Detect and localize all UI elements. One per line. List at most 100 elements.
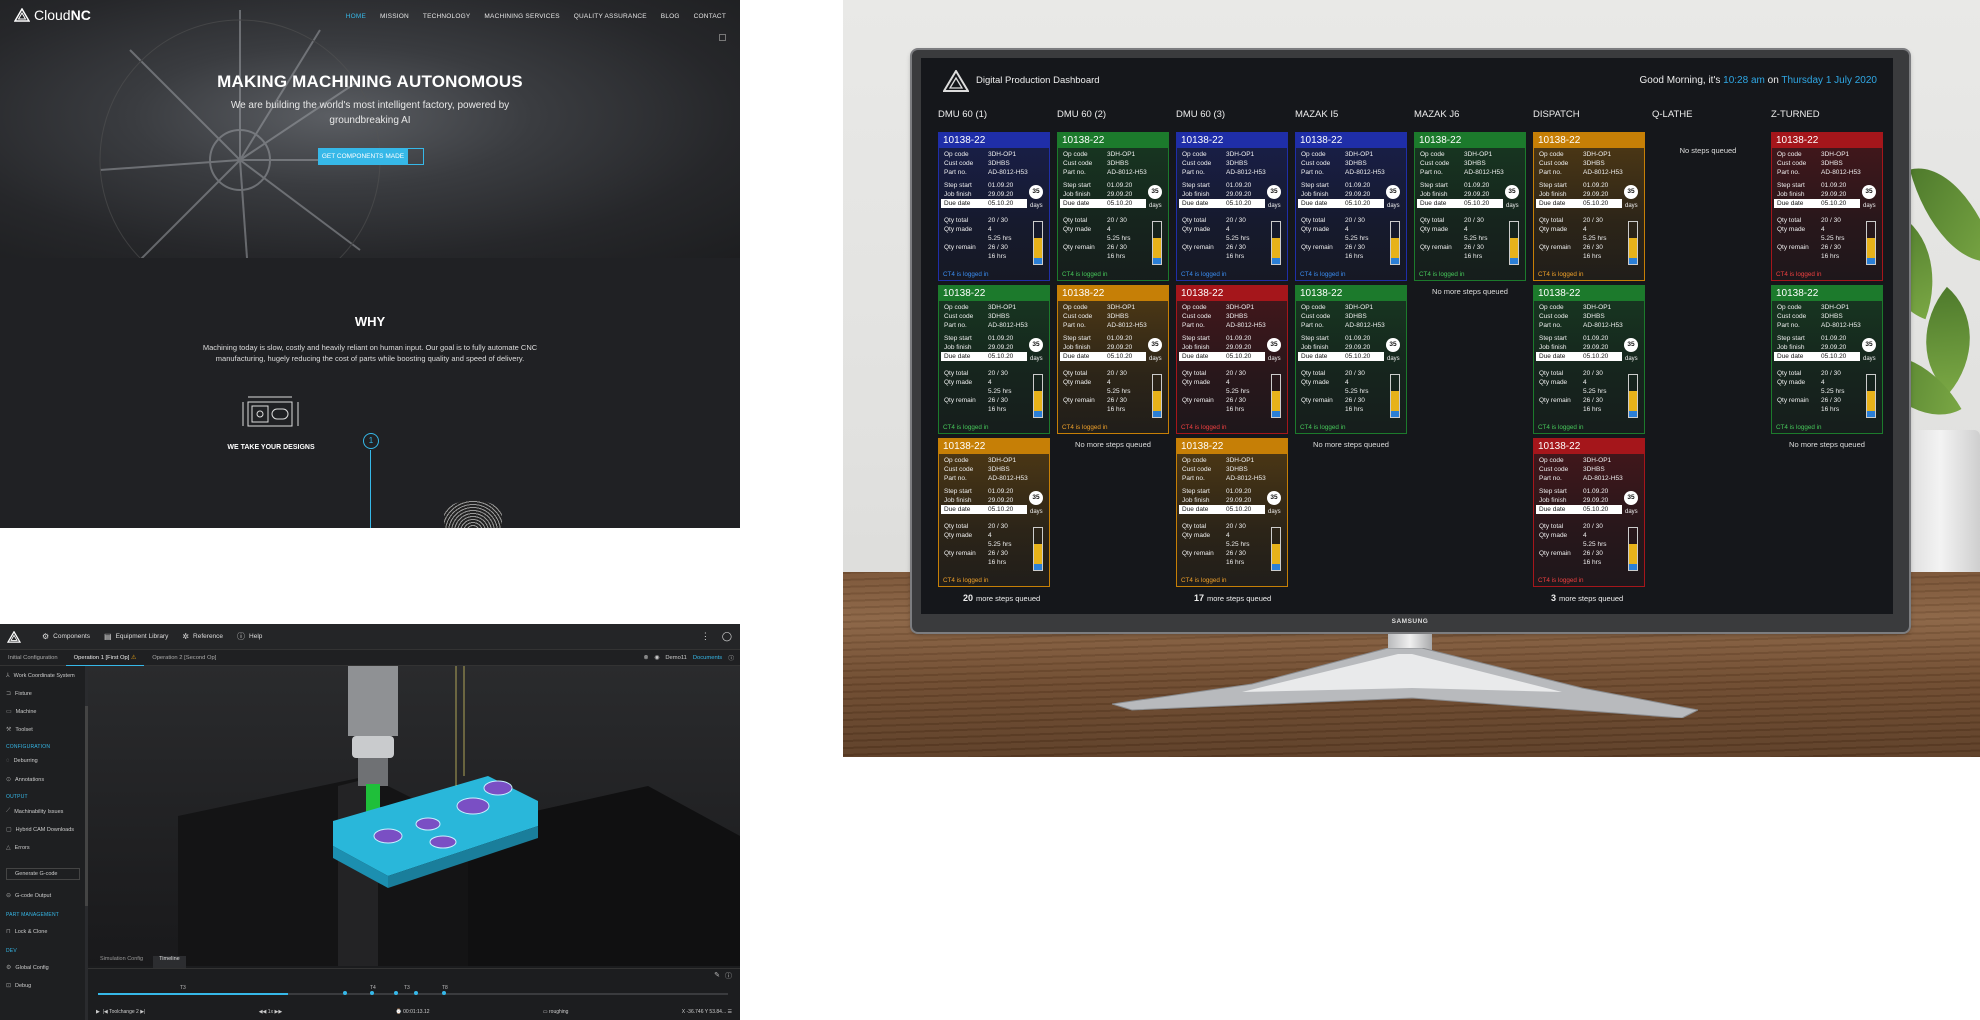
nav-mission[interactable]: MISSION xyxy=(380,13,409,20)
more-menu-icon[interactable]: ⋮ xyxy=(701,631,710,642)
get-components-button[interactable]: GET COMPONENTS MADE xyxy=(318,148,408,165)
field-value: 16 hrs xyxy=(1464,253,1483,260)
sidebar-item-wcs[interactable]: ⅄ Work Coordinate System xyxy=(6,672,75,680)
close-icon[interactable]: ⊗ xyxy=(643,655,648,661)
field-label: Step start xyxy=(1539,182,1567,189)
tool-icon: ⚒ xyxy=(6,727,12,733)
field-label: Qty total xyxy=(1301,370,1326,377)
nav-components[interactable]: ⚙ Components xyxy=(42,632,90,641)
job-card: 10138-22 Op code 3DH-OP1 Cust code 3DHBS Part… xyxy=(1533,132,1645,281)
job-number: 10138-22 xyxy=(1177,286,1287,301)
days-remaining-badge: 35 xyxy=(1624,185,1638,199)
sidebar-item-gcode-output[interactable]: ⊖ G-code Output xyxy=(6,892,51,900)
field-label: Job finish xyxy=(1777,191,1805,198)
field-label: Qty total xyxy=(1539,523,1564,530)
sidebar-item-errors[interactable]: △ Errors xyxy=(6,844,30,852)
progress-gauge xyxy=(1271,374,1281,418)
field-value: 4 xyxy=(1464,226,1468,233)
documents-link[interactable]: Documents xyxy=(693,655,722,661)
field-label: Op code xyxy=(1777,304,1802,311)
field-value: 20 / 30 xyxy=(1821,370,1841,377)
field-label: Op code xyxy=(1063,304,1088,311)
field-label: Part no. xyxy=(944,169,967,176)
field-label: Step start xyxy=(1777,335,1805,342)
tab-initial-configuration[interactable]: Initial Configuration xyxy=(0,655,66,661)
sidebar-item-annotations[interactable]: ⊙ Annotations xyxy=(6,776,44,784)
nav-reference[interactable]: ✲ Reference xyxy=(182,632,223,641)
playback-controls[interactable]: ▶ |◀ Toolchange 2 ▶| xyxy=(96,1009,145,1015)
sidebar-item-hybrid-cam[interactable]: ▢ Hybrid CAM Downloads xyxy=(6,826,74,834)
nav-technology[interactable]: TECHNOLOGY xyxy=(423,13,471,20)
field-value: AD-8012-H53 xyxy=(1821,322,1861,329)
field-label: Step start xyxy=(1539,335,1567,342)
tv-stand-base xyxy=(1112,648,1698,718)
field-value: 29.09.20 xyxy=(1583,497,1609,504)
edit-icon[interactable]: ✎ xyxy=(714,971,720,979)
annotation-icon: ⊙ xyxy=(6,777,12,783)
speed-control[interactable]: ◀◀ 1x ▶▶ xyxy=(259,1009,282,1015)
nav-home[interactable]: HOME xyxy=(346,13,366,20)
tab-simulation-config[interactable]: Simulation Config xyxy=(100,956,143,968)
field-label: Qty total xyxy=(1063,217,1088,224)
nav-help[interactable]: ⓘ Help xyxy=(237,631,262,642)
timeline-marker: T3 xyxy=(180,985,186,991)
sidebar-item-toolset[interactable]: ⚒ Toolset xyxy=(6,726,33,734)
timeline-event[interactable] xyxy=(394,991,398,995)
progress-gauge xyxy=(1628,374,1638,418)
field-value: 4 xyxy=(1226,532,1230,539)
tab-operation-1[interactable]: Operation 1 [First Op] ⚠ xyxy=(65,650,145,666)
field-label: Job finish xyxy=(1539,344,1567,351)
field-label: Job finish xyxy=(1182,191,1210,198)
sidebar-item-deburring[interactable]: ◌ Deburring xyxy=(6,758,38,764)
info-icon[interactable]: ⓘ xyxy=(728,653,734,662)
timeline-event[interactable] xyxy=(442,991,446,995)
field-value: 5.25 hrs xyxy=(1107,235,1131,242)
sidebar-item-lock-clone[interactable]: ⊓ Lock & Clone xyxy=(6,928,47,936)
field-value: 5.25 hrs xyxy=(1345,388,1369,395)
reference-icon: ✲ xyxy=(182,632,190,641)
hero-section: CloudNC HOME MISSION TECHNOLOGY MACHININ… xyxy=(0,0,740,301)
more-steps-dispatch: 3 more steps queued xyxy=(1551,593,1624,603)
3d-viewport[interactable] xyxy=(88,666,740,966)
sidebar-item-debug[interactable]: ⊡ Debug xyxy=(6,982,31,990)
help-icon: ⓘ xyxy=(237,632,246,641)
generate-gcode-button[interactable]: Generate G-code xyxy=(6,868,80,880)
job-card: 10138-22 Op code 3DH-OP1 Cust code 3DHBS Part… xyxy=(938,132,1050,281)
nav-machining-services[interactable]: MACHINING SERVICES xyxy=(484,13,559,20)
sidebar-item-machine[interactable]: ▭ Machine xyxy=(6,708,36,716)
tab-timeline[interactable]: Timeline xyxy=(153,956,186,968)
step-number: 1 xyxy=(363,433,379,449)
nav-equipment-library[interactable]: ▤ Equipment Library xyxy=(104,632,168,641)
job-number: 10138-22 xyxy=(1534,133,1644,148)
nav-blog[interactable]: BLOG xyxy=(661,13,680,20)
timeline-event[interactable] xyxy=(370,991,374,995)
side-menu-icon[interactable] xyxy=(719,34,726,41)
info-icon[interactable]: ⓘ xyxy=(725,971,732,981)
field-value: 3DHBS xyxy=(988,313,1010,320)
field-label: Part no. xyxy=(1063,322,1086,329)
site-logo[interactable]: CloudNC xyxy=(14,7,91,23)
sidebar-item-fixture[interactable]: ⊐ Fixture xyxy=(6,690,32,698)
field-value: 3DHBS xyxy=(1345,313,1367,320)
nav-quality-assurance[interactable]: QUALITY ASSURANCE xyxy=(574,13,647,20)
app-logo[interactable] xyxy=(0,624,28,650)
field-value: 29.09.20 xyxy=(1345,344,1371,351)
field-label: Qty made xyxy=(1301,226,1330,233)
tab-operation-2[interactable]: Operation 2 [Second Op] xyxy=(144,655,224,661)
days-remaining-badge: 35 xyxy=(1148,185,1162,199)
due-date-row: Due date 05.10.20 xyxy=(1774,352,1860,361)
field-value: 29.09.20 xyxy=(1464,191,1490,198)
nav-contact[interactable]: CONTACT xyxy=(694,13,726,20)
field-label: Step start xyxy=(1301,182,1329,189)
sidebar-item-global-config[interactable]: ⚙ Global Config xyxy=(6,964,49,972)
field-label: Qty remain xyxy=(1063,397,1095,404)
field-value: AD-8012-H53 xyxy=(1226,322,1266,329)
timeline-event[interactable] xyxy=(343,991,347,995)
sidebar-item-machinability[interactable]: ⟋ Machinability Issues xyxy=(6,808,63,815)
timeline-event[interactable] xyxy=(414,991,418,995)
days-label: days xyxy=(1625,356,1638,362)
field-value: 16 hrs xyxy=(1821,406,1840,413)
step-label: WE TAKE YOUR DESIGNS xyxy=(227,444,315,451)
user-icon[interactable]: ◯ xyxy=(722,631,732,642)
avatar[interactable]: ◉ xyxy=(654,655,659,661)
